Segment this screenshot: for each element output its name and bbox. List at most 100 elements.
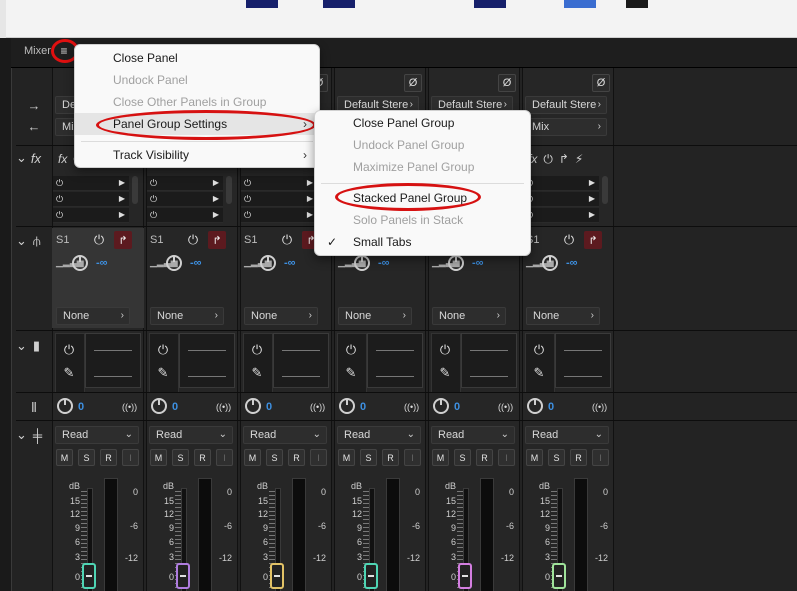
stereo-width-icon[interactable]: ((•)) bbox=[216, 402, 231, 412]
power-icon[interactable]: ⏻ bbox=[150, 210, 157, 220]
eq-edit-icon[interactable]: ✎ bbox=[248, 364, 266, 382]
app-icon-2[interactable] bbox=[323, 0, 355, 8]
phase-invert-button[interactable]: Ø bbox=[592, 74, 610, 92]
power-icon[interactable]: ⏻ bbox=[56, 210, 63, 220]
send-power-icon[interactable]: ⏻ bbox=[278, 231, 296, 249]
input-monitor-button[interactable]: I bbox=[122, 449, 139, 466]
eq-edit-icon[interactable]: ✎ bbox=[436, 364, 454, 382]
pan-knob[interactable] bbox=[339, 398, 355, 414]
stereo-width-icon[interactable]: ((•)) bbox=[592, 402, 607, 412]
automation-mode-select[interactable]: Read ⌄ bbox=[525, 426, 609, 444]
mixer-tab[interactable]: Mixer bbox=[24, 45, 51, 57]
eq-edit-icon[interactable]: ✎ bbox=[154, 364, 172, 382]
fader-row-header[interactable]: ⌄ ╪ bbox=[16, 427, 52, 443]
collapse-chevron-icon[interactable]: ⌄ bbox=[16, 427, 27, 443]
send-pan-value[interactable]: -∞ bbox=[566, 257, 578, 269]
eq-power-icon[interactable]: ⏻ bbox=[248, 341, 266, 359]
solo-button[interactable]: S bbox=[78, 449, 95, 466]
input-monitor-button[interactable]: I bbox=[310, 449, 327, 466]
fx-insert-slot[interactable]: ⏻▶ bbox=[523, 176, 599, 191]
volume-fader-handle[interactable] bbox=[82, 563, 96, 589]
eq-edit-icon[interactable]: ✎ bbox=[530, 364, 548, 382]
power-icon[interactable]: ⏻ bbox=[244, 178, 251, 188]
input-select[interactable]: Default Stere › bbox=[525, 96, 607, 114]
send-pan-value[interactable]: -∞ bbox=[472, 257, 484, 269]
mute-button[interactable]: M bbox=[432, 449, 449, 466]
pan-value[interactable]: 0 bbox=[360, 401, 366, 413]
send-pan-value[interactable]: -∞ bbox=[378, 257, 390, 269]
eq-row-header[interactable]: ⌄ ▮ bbox=[16, 338, 52, 354]
send-level-knob[interactable] bbox=[166, 255, 182, 271]
automation-mode-select[interactable]: Read ⌄ bbox=[431, 426, 515, 444]
eq-power-icon[interactable]: ⏻ bbox=[530, 341, 548, 359]
eq-power-icon[interactable]: ⏻ bbox=[436, 341, 454, 359]
record-arm-button[interactable]: R bbox=[476, 449, 493, 466]
eq-power-icon[interactable]: ⏻ bbox=[342, 341, 360, 359]
pre-post-icon[interactable]: ↱ bbox=[559, 152, 569, 166]
power-icon[interactable]: ⏻ bbox=[150, 194, 157, 204]
eq-curve-display-lower[interactable] bbox=[555, 360, 611, 388]
solo-button[interactable]: S bbox=[266, 449, 283, 466]
fx-scrollbar[interactable] bbox=[132, 176, 138, 204]
send-prepost-button[interactable]: ↱ bbox=[584, 231, 602, 249]
power-icon[interactable]: ⏻ bbox=[56, 178, 63, 188]
send-pan-value[interactable]: -∞ bbox=[96, 257, 108, 269]
send-destination-select[interactable]: None › bbox=[432, 307, 506, 325]
send-destination-select[interactable]: None › bbox=[56, 307, 130, 325]
fx-insert-slot[interactable]: ⏻▶ bbox=[523, 192, 599, 207]
app-icon-1[interactable] bbox=[246, 0, 278, 8]
fx-insert-slot[interactable]: ⏻▶ bbox=[53, 176, 129, 191]
record-arm-button[interactable]: R bbox=[570, 449, 587, 466]
eq-edit-icon[interactable]: ✎ bbox=[60, 364, 78, 382]
send-level-knob[interactable] bbox=[354, 255, 370, 271]
eq-power-icon[interactable]: ⏻ bbox=[154, 341, 172, 359]
send-power-icon[interactable]: ⏻ bbox=[560, 231, 578, 249]
power-icon[interactable]: ⏻ bbox=[244, 194, 251, 204]
record-arm-button[interactable]: R bbox=[288, 449, 305, 466]
input-monitor-button[interactable]: I bbox=[216, 449, 233, 466]
eq-curve-display-lower[interactable] bbox=[85, 360, 141, 388]
input-monitor-button[interactable]: I bbox=[498, 449, 515, 466]
eq-curve-display-lower[interactable] bbox=[461, 360, 517, 388]
send-power-icon[interactable]: ⏻ bbox=[90, 231, 108, 249]
pan-knob[interactable] bbox=[57, 398, 73, 414]
fx-insert-slot[interactable]: ⏻▶ bbox=[147, 176, 223, 191]
app-icon-4[interactable] bbox=[564, 0, 596, 8]
submenu-small-tabs[interactable]: ✓ Small Tabs bbox=[315, 231, 532, 253]
solo-button[interactable]: S bbox=[548, 449, 565, 466]
send-level-knob[interactable] bbox=[542, 255, 558, 271]
app-icon-5[interactable] bbox=[626, 0, 648, 8]
output-select[interactable]: Mix › bbox=[525, 118, 607, 136]
send-level-knob[interactable] bbox=[260, 255, 276, 271]
mute-button[interactable]: M bbox=[56, 449, 73, 466]
send-level-knob[interactable] bbox=[448, 255, 464, 271]
collapse-chevron-icon[interactable]: ⌄ bbox=[16, 233, 27, 249]
pan-knob[interactable] bbox=[151, 398, 167, 414]
input-monitor-button[interactable]: I bbox=[404, 449, 421, 466]
record-arm-button[interactable]: R bbox=[194, 449, 211, 466]
phase-invert-button[interactable]: Ø bbox=[404, 74, 422, 92]
solo-button[interactable]: S bbox=[360, 449, 377, 466]
pan-knob[interactable] bbox=[245, 398, 261, 414]
record-arm-button[interactable]: R bbox=[382, 449, 399, 466]
menu-close-panel[interactable]: Close Panel bbox=[75, 47, 321, 69]
menu-panel-group-settings[interactable]: Panel Group Settings › bbox=[75, 113, 321, 135]
mute-button[interactable]: M bbox=[244, 449, 261, 466]
phase-invert-button[interactable]: Ø bbox=[498, 74, 516, 92]
send-level-knob[interactable] bbox=[72, 255, 88, 271]
fx-insert-slot[interactable]: ⏻▶ bbox=[241, 176, 317, 191]
power-icon[interactable]: ⏻ bbox=[543, 152, 553, 167]
volume-fader-handle[interactable] bbox=[552, 563, 566, 589]
send-prepost-button[interactable]: ↱ bbox=[208, 231, 226, 249]
record-arm-button[interactable]: R bbox=[100, 449, 117, 466]
collapse-chevron-icon[interactable]: ⌄ bbox=[16, 150, 27, 166]
pan-value[interactable]: 0 bbox=[266, 401, 272, 413]
input-monitor-button[interactable]: I bbox=[592, 449, 609, 466]
send-pan-value[interactable]: -∞ bbox=[284, 257, 296, 269]
send-prepost-button[interactable]: ↱ bbox=[114, 231, 132, 249]
fx-insert-slot[interactable]: ⏻▶ bbox=[147, 192, 223, 207]
collapse-chevron-icon[interactable]: ⌄ bbox=[16, 338, 27, 354]
automation-mode-select[interactable]: Read ⌄ bbox=[149, 426, 233, 444]
automation-mode-select[interactable]: Read ⌄ bbox=[337, 426, 421, 444]
menu-track-visibility[interactable]: Track Visibility › bbox=[75, 144, 321, 166]
